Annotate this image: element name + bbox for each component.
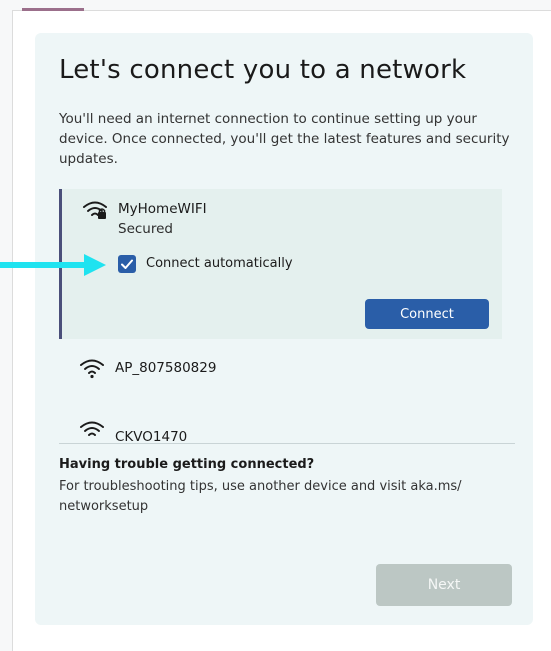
help-title: Having trouble getting connected? — [59, 457, 315, 472]
network-item-ckvo1470[interactable]: CKVO1470 — [59, 407, 499, 441]
network-name: CKVO1470 — [115, 429, 188, 441]
checkmark-icon — [121, 259, 133, 269]
wifi-icon — [80, 421, 104, 436]
network-list[interactable]: MyHomeWIFI Secured Connect automatically… — [59, 185, 517, 441]
help-text: For troubleshooting tips, use another de… — [59, 479, 462, 514]
page-title: Let's connect you to a network — [59, 55, 467, 85]
wifi-lock-icon — [83, 201, 107, 219]
next-button[interactable]: Next — [376, 564, 512, 606]
top-accent-bar — [22, 8, 84, 11]
network-item-ap-807580829[interactable]: AP_807580829 — [59, 345, 499, 395]
pointer-arrow-icon — [0, 254, 106, 276]
setup-card: Let's connect you to a network You'll ne… — [35, 33, 533, 625]
network-status: Secured — [118, 221, 173, 237]
network-name: AP_807580829 — [115, 360, 217, 376]
connect-automatically-checkbox[interactable] — [118, 255, 136, 273]
network-name: MyHomeWIFI — [118, 201, 207, 217]
connect-automatically-label[interactable]: Connect automatically — [146, 256, 293, 271]
divider — [59, 443, 515, 444]
page-description: You'll need an internet connection to co… — [59, 111, 510, 167]
connect-button[interactable]: Connect — [365, 299, 489, 329]
wifi-icon — [80, 359, 104, 379]
network-item-myhomewifi[interactable]: MyHomeWIFI Secured Connect automatically… — [59, 189, 502, 339]
